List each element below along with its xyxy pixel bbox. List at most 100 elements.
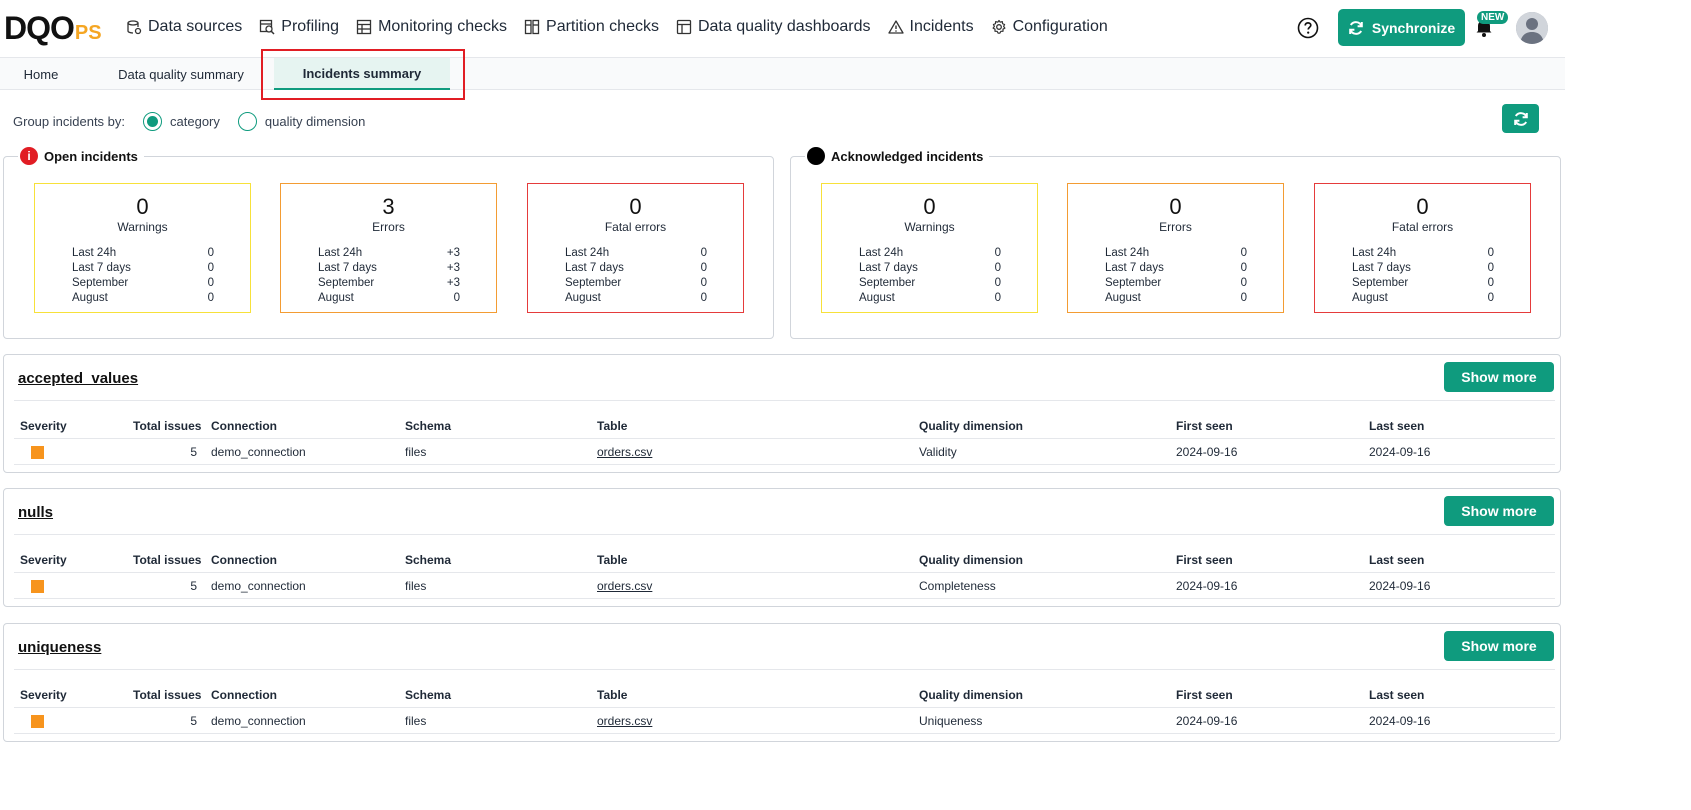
profiling-icon xyxy=(260,19,275,35)
severity-cell xyxy=(31,441,44,463)
period-row: September 0 xyxy=(72,276,214,291)
period-label: Last 24h xyxy=(859,247,904,259)
nav-monitoring-checks[interactable]: Monitoring checks xyxy=(356,14,507,40)
tab-incidents-summary[interactable]: Incidents summary xyxy=(274,58,450,90)
last-seen-cell: 2024-09-16 xyxy=(1369,579,1431,593)
user-icon xyxy=(1516,12,1548,44)
column-header: Total issues xyxy=(133,553,202,567)
column-header: Quality dimension xyxy=(919,553,1024,567)
period-label: September xyxy=(565,277,622,289)
column-header: Last seen xyxy=(1369,688,1425,702)
card-count: 0 xyxy=(1169,194,1182,219)
period-count: +3 xyxy=(446,262,460,274)
nav-profiling[interactable]: Profiling xyxy=(259,14,339,40)
period-count: 0 xyxy=(1240,247,1247,259)
category-section-uniqueness: uniqueness Show more Severity Total issu… xyxy=(3,623,1561,742)
period-count: 0 xyxy=(1487,277,1494,289)
gear-icon xyxy=(992,19,1006,34)
refresh-icon xyxy=(1513,111,1528,126)
period-label: Last 7 days xyxy=(859,262,918,274)
period-row: Last 24h 0 xyxy=(1352,246,1494,261)
synchronize-button[interactable]: Synchronize xyxy=(1338,9,1465,46)
column-header: Connection xyxy=(211,419,277,433)
refresh-button[interactable] xyxy=(1502,104,1539,133)
info-alert-icon: i xyxy=(20,147,38,165)
table-link[interactable]: orders.csv xyxy=(597,441,652,463)
radio-quality-dimension-label: quality dimension xyxy=(264,113,366,129)
card-label: Errors xyxy=(372,220,405,234)
dqops-logo[interactable]: DQO PS xyxy=(4,10,102,44)
table-row[interactable]: 5 demo_connection files orders.csv Valid… xyxy=(14,441,1555,465)
period-label: August xyxy=(565,292,601,304)
category-title-link[interactable]: uniqueness xyxy=(18,639,101,656)
total-issues-cell: 5 xyxy=(190,579,197,593)
column-header: First seen xyxy=(1176,553,1233,567)
schema-cell: files xyxy=(405,445,427,459)
nav-configuration[interactable]: Configuration xyxy=(991,14,1108,40)
period-label: August xyxy=(859,292,895,304)
period-row: Last 24h 0 xyxy=(859,246,1001,261)
card-count: 3 xyxy=(382,194,395,219)
card-count: 0 xyxy=(923,194,936,219)
column-header: Total issues xyxy=(133,688,202,702)
nav-label: Configuration xyxy=(1012,18,1108,35)
period-label: Last 7 days xyxy=(72,262,131,274)
total-issues-cell: 5 xyxy=(190,445,197,459)
radio-category[interactable] xyxy=(143,111,163,131)
show-more-button[interactable]: Show more xyxy=(1444,362,1554,392)
table-header: Severity Total issues Connection Schema … xyxy=(14,415,1555,439)
user-avatar[interactable] xyxy=(1516,12,1548,44)
tab-home[interactable]: Home xyxy=(0,58,82,90)
category-title-link[interactable]: nulls xyxy=(18,504,53,521)
period-count: 0 xyxy=(207,247,214,259)
period-row: August 0 xyxy=(72,291,214,306)
period-count: 0 xyxy=(207,262,214,274)
period-row: September 0 xyxy=(1352,276,1494,291)
synchronize-label: Synchronize xyxy=(1371,19,1456,36)
period-row: Last 24h 0 xyxy=(1105,246,1247,261)
period-label: Last 24h xyxy=(318,247,363,259)
open-warnings-card: 0 Warnings Last 24h 0 Last 7 days 0 Septem… xyxy=(34,183,251,313)
period-count: 0 xyxy=(700,277,707,289)
nav-partition-checks[interactable]: Partition checks xyxy=(524,14,659,40)
nav-label: Data quality dashboards xyxy=(697,18,871,35)
severity-cell xyxy=(31,710,44,732)
column-header: Table xyxy=(597,419,628,433)
nav-label: Partition checks xyxy=(546,18,659,35)
show-more-button[interactable]: Show more xyxy=(1444,496,1554,526)
column-header: Schema xyxy=(405,419,452,433)
nav-incidents[interactable]: Incidents xyxy=(887,14,974,40)
column-header: Schema xyxy=(405,553,452,567)
table-row[interactable]: 5 demo_connection files orders.csv Compl… xyxy=(14,575,1555,599)
table-link[interactable]: orders.csv xyxy=(597,710,652,732)
period-row: August 0 xyxy=(859,291,1001,306)
logo-suffix-text: PS xyxy=(74,22,102,44)
period-row: August 0 xyxy=(1352,291,1494,306)
card-count: 0 xyxy=(1416,194,1429,219)
card-label: Fatal errors xyxy=(604,220,667,234)
period-row: Last 24h 0 xyxy=(72,246,214,261)
connection-cell: demo_connection xyxy=(211,579,306,593)
period-count: 0 xyxy=(994,277,1001,289)
radio-quality-dimension[interactable] xyxy=(237,111,257,131)
new-badge: NEW xyxy=(1477,11,1509,24)
ack-errors-card: 0 Errors Last 24h 0 Last 7 days 0 Septembe… xyxy=(1067,183,1284,313)
help-icon[interactable] xyxy=(1297,17,1319,39)
group-incidents-by: Group incidents by: category quality dim… xyxy=(13,110,365,132)
period-row: August 0 xyxy=(1105,291,1247,306)
period-count: 0 xyxy=(700,247,707,259)
tab-data-quality-summary[interactable]: Data quality summary xyxy=(100,58,262,90)
tab-label: Home xyxy=(23,66,59,82)
period-label: Last 7 days xyxy=(1105,262,1164,274)
nav-data-sources[interactable]: Data sources xyxy=(126,14,242,40)
column-header: Quality dimension xyxy=(919,688,1024,702)
show-more-button[interactable]: Show more xyxy=(1444,631,1554,661)
category-title-link[interactable]: accepted_values xyxy=(18,370,138,387)
period-row: September 0 xyxy=(1105,276,1247,291)
column-header: First seen xyxy=(1176,688,1233,702)
table-link[interactable]: orders.csv xyxy=(597,575,652,597)
period-row: September 0 xyxy=(565,276,707,291)
table-row[interactable]: 5 demo_connection files orders.csv Uniqu… xyxy=(14,710,1555,734)
column-header: Schema xyxy=(405,688,452,702)
nav-data-quality-dashboards[interactable]: Data quality dashboards xyxy=(676,14,871,40)
